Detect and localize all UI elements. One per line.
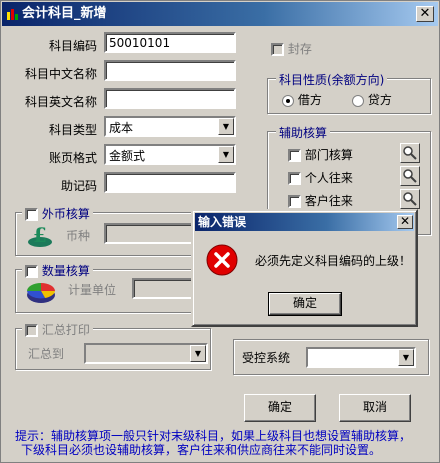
title-bar: 会计科目_新增 ✕ [2, 2, 438, 26]
summary-check[interactable] [25, 324, 38, 337]
window-title: 会计科目_新增 [22, 6, 107, 21]
foreign-group: 外币核算 £ 币种 [15, 205, 211, 256]
pound-coin-icon: £ [28, 223, 52, 247]
ledger-select[interactable]: 金额式 ▼ [104, 144, 236, 165]
controlled-select[interactable]: ▼ [306, 347, 416, 368]
currency-label: 币种 [66, 229, 91, 243]
aux-dept-check[interactable] [288, 149, 301, 162]
summary-title-wrap[interactable]: 汇总打印 [22, 321, 93, 338]
type-label: 科目类型 [48, 123, 97, 137]
close-button[interactable]: ✕ [416, 6, 434, 22]
credit-radio[interactable]: 贷方 [352, 91, 392, 108]
aux-person-label: 个人往来 [304, 171, 353, 185]
dialog-message: 必须先定义科目编码的上级！ [255, 254, 412, 268]
pie-chart-icon [27, 283, 55, 303]
debit-radio[interactable]: 借方 [282, 91, 322, 108]
error-icon [206, 244, 238, 276]
summary-to-label: 汇总到 [28, 347, 65, 361]
hint-line-1: 提示：辅助核算项一般只针对末级科目，如果上级科目也想设置辅助核算， [15, 429, 412, 443]
cn-name-label: 科目中文名称 [24, 67, 97, 81]
ledger-label: 账页格式 [48, 151, 97, 165]
ok-button[interactable]: 确定 [244, 394, 316, 422]
ledger-value: 金额式 [109, 149, 146, 163]
summary-title: 汇总打印 [41, 323, 90, 337]
debit-radio-dot[interactable] [282, 94, 294, 107]
debit-label: 借方 [297, 93, 322, 107]
controlled-group: 受控系统 ▼ [233, 339, 429, 375]
sealed-check[interactable] [271, 43, 284, 56]
controlled-label: 受控系统 [242, 351, 291, 365]
quantity-title-wrap[interactable]: 数量核算 [22, 262, 93, 279]
en-name-label: 科目英文名称 [24, 95, 97, 109]
chevron-down-icon: ▼ [190, 345, 206, 362]
aux-person-check[interactable] [288, 172, 301, 185]
credit-label: 贷方 [367, 93, 392, 107]
error-dialog: 输入错误 ✕ 必须先定义科目编码的上级！ 确定 [191, 209, 418, 327]
magnifier-icon[interactable] [400, 143, 420, 163]
summary-group: 汇总打印 汇总到 ▼ [15, 321, 211, 370]
nature-title: 科目性质(余额方向) [276, 71, 388, 88]
aux-item-person[interactable]: 个人往来 [288, 169, 353, 186]
quantity-check[interactable] [25, 265, 38, 278]
dialog-ok-button[interactable]: 确定 [268, 292, 342, 316]
dialog-close-button[interactable]: ✕ [397, 215, 413, 229]
code-label: 科目编码 [48, 39, 97, 53]
en-name-input[interactable] [104, 88, 236, 109]
quantity-title: 数量核算 [41, 264, 90, 278]
credit-radio-dot[interactable] [352, 94, 364, 107]
nature-group: 科目性质(余额方向) 借方 贷方 [267, 71, 431, 114]
cancel-button[interactable]: 取消 [339, 394, 411, 422]
unit-label: 计量单位 [68, 283, 117, 297]
chevron-down-icon[interactable]: ▼ [218, 118, 234, 135]
foreign-title-wrap[interactable]: 外币核算 [22, 205, 93, 222]
aux-customer-check[interactable] [288, 195, 301, 208]
aux-dept-label: 部门核算 [304, 148, 353, 162]
chevron-down-icon[interactable]: ▼ [218, 146, 234, 163]
magnifier-icon[interactable] [400, 189, 420, 209]
mnemonic-label: 助记码 [60, 179, 97, 193]
aux-customer-label: 客户往来 [304, 194, 353, 208]
hint-text: 提示：辅助核算项一般只针对末级科目，如果上级科目也想设置辅助核算， 下级科目必须… [15, 429, 435, 457]
magnifier-icon[interactable] [400, 166, 420, 186]
hint-line-2: 下级科目必须也设辅助核算，客户往来和供应商往来不能同时设置。 [21, 443, 382, 457]
summary-to-select: ▼ [84, 343, 208, 364]
aux-title: 辅助核算 [276, 124, 331, 141]
cn-name-input[interactable] [104, 60, 236, 81]
app-icon [7, 9, 18, 20]
sealed-label: 封存 [287, 42, 312, 56]
aux-item-customer[interactable]: 客户往来 [288, 192, 353, 209]
sealed-checkbox[interactable]: 封存 [271, 40, 312, 57]
type-select[interactable]: 成本 ▼ [104, 116, 236, 137]
dialog-title: 输入错误 [195, 213, 414, 231]
quantity-group: 数量核算 计量单位 [15, 262, 211, 313]
foreign-check[interactable] [25, 208, 38, 221]
svg-text:£: £ [33, 223, 47, 247]
foreign-title: 外币核算 [41, 207, 90, 221]
code-input[interactable]: 50010101 [104, 32, 236, 53]
type-value: 成本 [109, 121, 134, 135]
aux-item-dept[interactable]: 部门核算 [288, 146, 353, 163]
chevron-down-icon[interactable]: ▼ [398, 349, 414, 366]
mnemonic-input[interactable] [104, 172, 236, 193]
main-window: 会计科目_新增 ✕ 科目编码 50010101 科目中文名称 科目英文名称 科目… [0, 0, 440, 463]
